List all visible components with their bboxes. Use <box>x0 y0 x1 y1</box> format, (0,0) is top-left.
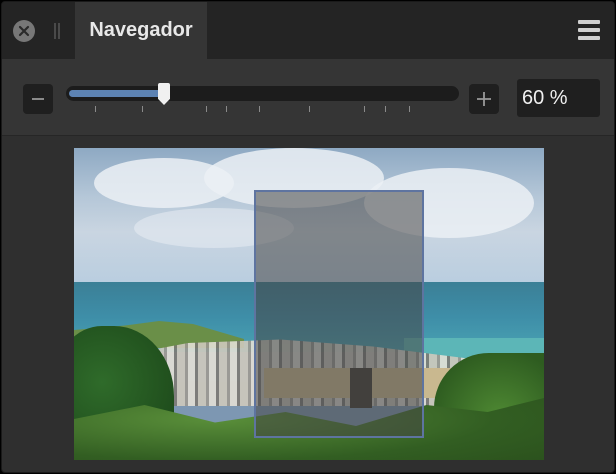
slider-thumb[interactable] <box>158 83 170 105</box>
zoom-value-field[interactable]: 60 % <box>517 79 600 117</box>
slider-tick <box>259 106 260 112</box>
zoom-toolbar: 60 % <box>2 59 614 136</box>
slider-tick <box>206 106 207 112</box>
tab-navigator[interactable]: Navegador <box>75 2 207 59</box>
navigator-panel: Navegador 60 % <box>1 1 615 473</box>
slider-tick <box>142 106 143 112</box>
slider-ticks <box>66 106 459 116</box>
slider-tick <box>95 106 96 112</box>
tab-label: Navegador <box>89 19 193 41</box>
zoom-in-button[interactable] <box>469 84 499 114</box>
panel-tab-bar: Navegador <box>2 2 614 59</box>
slider-tick <box>385 106 386 112</box>
zoom-out-button[interactable] <box>23 84 53 114</box>
close-panel-button[interactable] <box>13 20 35 42</box>
zoom-value-text: 60 % <box>522 86 568 109</box>
close-icon <box>18 25 30 37</box>
drag-grip-icon[interactable] <box>54 23 60 39</box>
visible-area-rectangle[interactable] <box>254 190 424 438</box>
navigator-preview-image[interactable] <box>74 148 544 460</box>
slider-tick <box>226 106 227 112</box>
slider-tick <box>409 106 410 112</box>
zoom-slider[interactable] <box>66 83 459 105</box>
hamburger-menu-icon[interactable] <box>578 20 600 40</box>
slider-tick <box>364 106 365 112</box>
plus-icon <box>477 92 491 106</box>
minus-icon <box>32 98 44 100</box>
slider-tick <box>309 106 310 112</box>
slider-fill <box>69 90 164 97</box>
